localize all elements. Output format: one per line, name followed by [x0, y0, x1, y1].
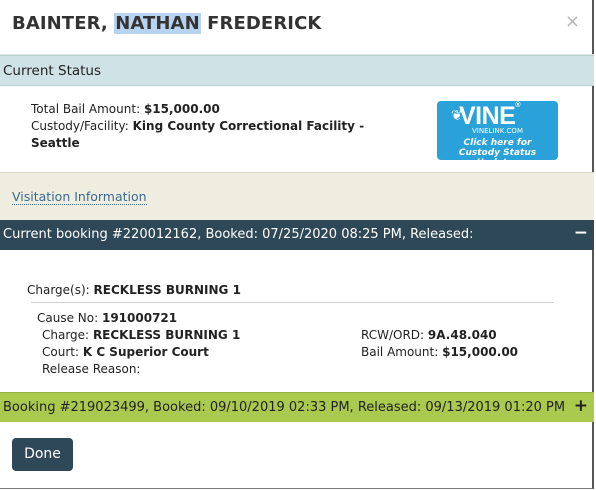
prior-booking-header[interactable]: Booking #219023499, Booked: 09/10/2019 0…	[0, 392, 594, 422]
court-label: Court:	[42, 345, 80, 359]
rcw-label: RCW/ORD:	[361, 328, 425, 342]
cause-no-value: 191000721	[101, 311, 178, 325]
vine-custody-updates-button[interactable]: ❦ VINE® VINELINK.COM Click here for Cust…	[437, 101, 558, 168]
total-bail-row: Total Bail Amount: $15,000.00	[31, 102, 220, 116]
vine-logo-text: VINE	[459, 102, 516, 130]
rcw-value: 9A.48.040	[427, 328, 497, 342]
charges-summary: Charge(s): RECKLESS BURNING 1	[27, 283, 241, 297]
custody-facility-row-cont: Seattle	[31, 136, 80, 150]
collapse-icon[interactable]: −	[574, 223, 588, 243]
inmate-first-name-highlighted: NATHAN	[114, 13, 201, 34]
expand-icon[interactable]: +	[574, 396, 588, 416]
charges-value: RECKLESS BURNING 1	[93, 283, 241, 297]
inmate-middle-name: FREDERICK	[207, 13, 322, 34]
visitation-section: Visitation Information	[0, 172, 594, 220]
custody-facility-value-cont: Seattle	[31, 136, 80, 150]
vine-url: VINELINK.COM	[472, 127, 523, 135]
release-reason-row: Release Reason:	[42, 362, 140, 376]
charge-row: Charge: RECKLESS BURNING 1	[42, 328, 240, 342]
total-bail-value: $15,000.00	[143, 102, 220, 116]
current-status-header: Current Status	[0, 55, 594, 86]
vine-registered-mark: ®	[515, 102, 521, 109]
current-booking-label: Current booking #220012162, Booked: 07/2…	[3, 227, 474, 242]
charges-label: Charge(s):	[27, 283, 90, 297]
done-button[interactable]: Done	[12, 438, 73, 471]
rcw-row: RCW/ORD: 9A.48.040	[361, 328, 497, 342]
charges-divider	[31, 302, 554, 303]
court-value: K C Superior Court	[82, 345, 209, 359]
bail-amount-value: $15,000.00	[442, 345, 519, 359]
release-reason-label: Release Reason:	[42, 362, 141, 376]
bail-amount-row: Bail Amount: $15,000.00	[361, 345, 518, 359]
charge-label: Charge:	[42, 328, 90, 342]
inmate-detail-modal: BAINTER, NATHAN FREDERICK × Current Stat…	[0, 0, 594, 489]
vine-cta: Click here for Custody Status Updates	[437, 138, 558, 168]
visitation-information-link[interactable]: Visitation Information	[12, 189, 147, 205]
modal-header: BAINTER, NATHAN FREDERICK ×	[0, 0, 594, 55]
cause-no-row: Cause No: 191000721	[37, 311, 177, 325]
bail-amount-label: Bail Amount:	[361, 345, 439, 359]
cause-no-label: Cause No:	[37, 311, 99, 325]
prior-booking-label: Booking #219023499, Booked: 09/10/2019 0…	[3, 400, 566, 415]
current-booking-header[interactable]: Current booking #220012162, Booked: 07/2…	[0, 220, 594, 250]
current-status-label: Current Status	[3, 63, 102, 79]
custody-facility-label: Custody/Facility:	[31, 119, 129, 133]
custody-facility-row: Custody/Facility: King County Correction…	[31, 119, 364, 133]
charge-value: RECKLESS BURNING 1	[92, 328, 241, 342]
vine-cta-line2: Custody Status Updates	[458, 148, 537, 168]
custody-facility-value: King County Correctional Facility -	[132, 119, 365, 133]
total-bail-label: Total Bail Amount:	[31, 102, 141, 116]
court-row: Court: K C Superior Court	[42, 345, 209, 359]
inmate-name-title: BAINTER, NATHAN FREDERICK	[12, 13, 321, 34]
vine-cta-line1: Click here for	[463, 138, 532, 148]
close-icon[interactable]: ×	[565, 11, 580, 32]
inmate-last-name: BAINTER,	[12, 13, 108, 34]
